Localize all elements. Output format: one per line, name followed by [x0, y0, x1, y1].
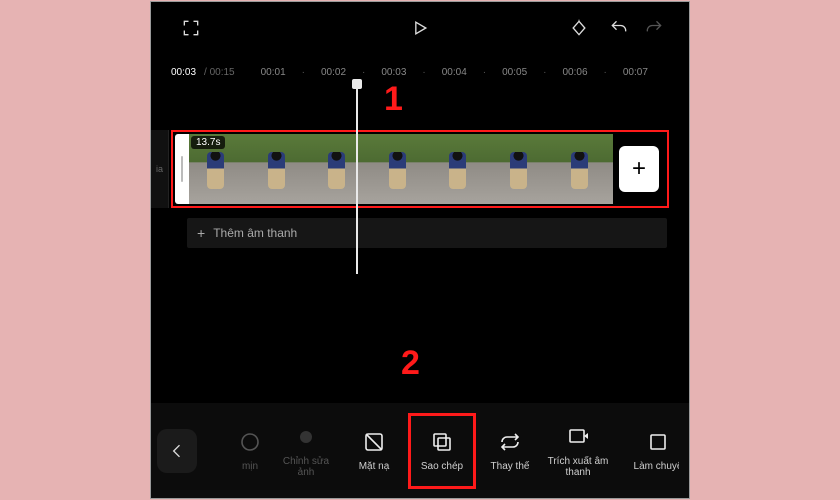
- clip-frame: [431, 134, 492, 204]
- copy-icon: [430, 430, 454, 454]
- undo-button[interactable]: [609, 18, 629, 43]
- clip-frame: [492, 134, 553, 204]
- tool-replace[interactable]: Thay thế: [477, 414, 543, 488]
- redo-icon: [644, 18, 664, 38]
- clip-trim-handle[interactable]: [175, 134, 189, 204]
- editor-screen: 00:03 / 00:15 00:01· 00:02· 00:03· 00:04…: [150, 1, 690, 499]
- extract-audio-icon: [566, 425, 590, 449]
- transform-icon: [646, 430, 670, 454]
- time-current: 00:03: [171, 67, 196, 78]
- tool-extract-audio[interactable]: Trích xuất âm thanh: [545, 414, 611, 488]
- expand-icon: [181, 18, 201, 38]
- left-side-tab[interactable]: ia: [151, 130, 169, 208]
- clip-frames[interactable]: [189, 134, 613, 204]
- circle-cut-icon: [238, 430, 262, 454]
- replace-icon: [498, 430, 522, 454]
- plus-icon: +: [197, 225, 205, 241]
- tool-copy[interactable]: Sao chép: [409, 414, 475, 488]
- chevron-left-icon: [167, 441, 187, 461]
- clip-frame: [552, 134, 613, 204]
- annotation-2: 2: [401, 344, 420, 383]
- tool-edit-photo[interactable]: Chỉnh sửa ảnh: [273, 414, 339, 488]
- tick-label: 00:02: [321, 67, 346, 78]
- annotation-1: 1: [384, 80, 403, 119]
- diamond-icon: [569, 18, 589, 38]
- tick-label: 00:06: [563, 67, 588, 78]
- add-clip-button[interactable]: +: [619, 146, 659, 192]
- time-ruler[interactable]: 00:03 / 00:15 00:01· 00:02· 00:03· 00:04…: [151, 60, 689, 84]
- clip-row[interactable]: +: [175, 134, 665, 204]
- tick-label: 00:04: [442, 67, 467, 78]
- add-audio-row[interactable]: + Thêm âm thanh: [187, 218, 667, 248]
- tool-mask[interactable]: Mặt nạ: [341, 414, 407, 488]
- clip-duration-badge: 13.7s: [191, 136, 225, 149]
- playhead[interactable]: [356, 84, 358, 274]
- tick-label: 00:03: [381, 67, 406, 78]
- undo-icon: [609, 18, 629, 38]
- clip-frame: [310, 134, 371, 204]
- tick-label: 00:01: [261, 67, 286, 78]
- top-toolbar: [151, 10, 689, 50]
- dot-icon: [294, 425, 318, 449]
- back-button[interactable]: [157, 429, 197, 473]
- clip-frame: [371, 134, 432, 204]
- tool-smooth[interactable]: mịn: [205, 414, 271, 488]
- play-icon: [410, 18, 430, 38]
- tick-label: 00:05: [502, 67, 527, 78]
- bottom-toolbar: mịn Chỉnh sửa ảnh Mặt nạ Sao chép Thay t…: [151, 403, 689, 498]
- redo-button[interactable]: [644, 18, 664, 43]
- tool-transform[interactable]: Làm chuyể: [613, 414, 679, 488]
- time-total: / 00:15: [204, 67, 235, 78]
- play-button[interactable]: [410, 18, 430, 43]
- timeline-highlight: 13.7s +: [171, 130, 669, 208]
- fullscreen-button[interactable]: [181, 18, 201, 43]
- add-audio-label: Thêm âm thanh: [213, 226, 297, 240]
- tick-label: 00:07: [623, 67, 648, 78]
- mask-icon: [362, 430, 386, 454]
- keyframe-button[interactable]: [569, 18, 589, 43]
- clip-frame: [250, 134, 311, 204]
